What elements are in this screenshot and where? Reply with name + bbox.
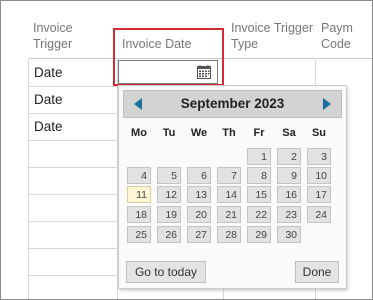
calendar-day[interactable]: 1 <box>247 148 271 165</box>
weekday-label: Sa <box>282 127 296 139</box>
calendar-day[interactable]: 14 <box>217 186 241 203</box>
date-picker-popup: September 2023 Mo Tu We Th Fr Sa Su 1234567891… <box>118 85 347 289</box>
weekday-label: Tu <box>162 127 176 139</box>
calendar-day[interactable]: 10 <box>307 167 331 184</box>
column-header-invoice-trigger[interactable]: Invoice Trigger <box>33 20 111 52</box>
calendar-day[interactable]: 3 <box>307 148 331 165</box>
month-year-label: September 2023 <box>180 96 285 111</box>
weekday-label: Mo <box>131 127 147 139</box>
grid-frame: Invoice Trigger Invoice Date Invoice Tri… <box>0 0 373 300</box>
row-divider <box>28 275 118 276</box>
calendar-day[interactable]: 8 <box>247 167 271 184</box>
calendar-day[interactable]: 20 <box>187 206 211 223</box>
calendar-header: September 2023 <box>123 90 342 118</box>
done-button[interactable]: Done <box>295 261 339 283</box>
next-month-icon[interactable] <box>323 98 331 110</box>
weekday-label: Th <box>222 127 236 139</box>
row-divider <box>28 221 118 222</box>
weekday-label: Su <box>311 127 327 139</box>
calendar-day[interactable]: 17 <box>307 186 331 203</box>
calendar-day[interactable]: 26 <box>157 226 181 243</box>
calendar-day[interactable]: 27 <box>187 226 211 243</box>
weekday-label: We <box>190 127 208 139</box>
calendar-day[interactable]: 25 <box>127 226 151 243</box>
column-divider <box>28 58 29 299</box>
calendar-day[interactable]: 22 <box>247 206 271 223</box>
row-divider <box>28 113 118 114</box>
row-divider <box>28 194 118 195</box>
row-divider <box>28 167 118 168</box>
calendar-day[interactable]: 24 <box>307 206 331 223</box>
calendar-day[interactable]: 4 <box>127 167 151 184</box>
calendar-day[interactable]: 23 <box>277 206 301 223</box>
weekday-label: Fr <box>253 127 265 139</box>
calendar-day[interactable]: 2 <box>277 148 301 165</box>
calendar-day[interactable]: 29 <box>247 226 271 243</box>
calendar-day-today[interactable]: 11 <box>127 186 151 203</box>
calendar-day[interactable]: 18 <box>127 206 151 223</box>
calendar-day[interactable]: 30 <box>277 226 301 243</box>
calendar-day[interactable]: 12 <box>157 186 181 203</box>
row-divider <box>28 140 118 141</box>
row-divider <box>28 248 118 249</box>
row-divider <box>28 86 118 87</box>
invoice-trigger-cell[interactable]: Date <box>34 65 63 80</box>
highlight-box <box>113 28 224 86</box>
calendar-day[interactable]: 13 <box>187 186 211 203</box>
calendar-day[interactable]: 7 <box>217 167 241 184</box>
invoice-trigger-cell[interactable]: Date <box>34 92 63 107</box>
calendar-day[interactable]: 16 <box>277 186 301 203</box>
calendar-day[interactable]: 6 <box>187 167 211 184</box>
invoice-trigger-cell[interactable]: Date <box>34 119 63 134</box>
calendar-day[interactable]: 5 <box>157 167 181 184</box>
calendar-day[interactable]: 9 <box>277 167 301 184</box>
calendar-day[interactable]: 28 <box>217 226 241 243</box>
go-to-today-button[interactable]: Go to today <box>126 261 206 283</box>
column-header-payment-code[interactable]: Paym Code <box>321 20 372 52</box>
calendar-day[interactable]: 15 <box>247 186 271 203</box>
calendar-day[interactable]: 19 <box>157 206 181 223</box>
column-header-invoice-trigger-type[interactable]: Invoice Trigger Type <box>231 20 315 52</box>
calendar-day[interactable]: 21 <box>217 206 241 223</box>
